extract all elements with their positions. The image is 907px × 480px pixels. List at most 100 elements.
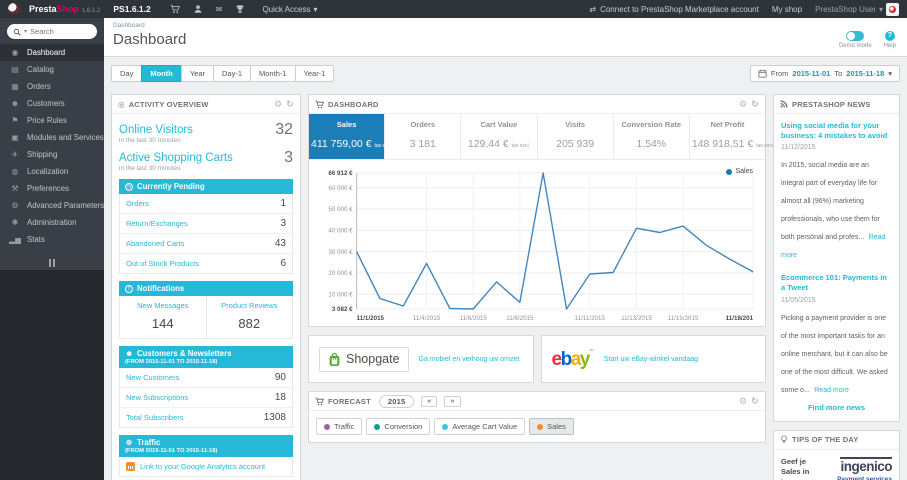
forecast-traffic-button[interactable]: Traffic — [316, 418, 363, 435]
sidebar-item-label: Customers — [27, 99, 65, 108]
forecast-next-button[interactable]: » — [444, 395, 461, 407]
legend-dot-icon — [726, 168, 733, 175]
collapse-icon — [49, 259, 51, 267]
pending-row-abandoned-carts[interactable]: Abandoned Carts 43 — [120, 234, 292, 254]
shopgate-link[interactable]: Ga mobiel en verhoog uw omzet — [419, 356, 520, 363]
google-analytics-label: Link to your Google Analytics account — [140, 462, 266, 471]
customer-icon[interactable] — [193, 4, 203, 14]
preset-month-1-button[interactable]: Month-1 — [250, 65, 296, 82]
pending-row-returns[interactable]: Return/Exchanges 3 — [120, 214, 292, 234]
sidebar-item-catalog[interactable]: ▤ Catalog — [0, 61, 104, 78]
shop-name[interactable]: PS1.6.1.2 — [113, 4, 150, 14]
search-scope-caret-icon[interactable]: ▾ — [24, 28, 27, 35]
svg-text:11/13/2015: 11/13/2015 — [621, 315, 652, 322]
online-visitors-label[interactable]: Online Visitors — [119, 124, 193, 136]
panel-settings-icon[interactable]: ⚙ — [274, 99, 282, 109]
product-reviews-cell[interactable]: Product Reviews 882 — [205, 296, 293, 338]
preset-year-button[interactable]: Year — [180, 65, 214, 82]
sidebar-menu: ◉ Dashboard ▤ Catalog ▦ Orders ☻ Customers ⚑… — [0, 44, 104, 248]
demo-mode-toggle[interactable]: Demo mode — [839, 31, 872, 49]
forecast-conversion-button[interactable]: Conversion — [366, 418, 431, 435]
kpi-label: Sales — [336, 120, 357, 129]
user-menu[interactable]: PrestaShop User ▾ — [815, 2, 899, 16]
article-title-link[interactable]: Using social media for your business: 4 … — [781, 121, 892, 141]
sidebar-search[interactable]: ▾ — [7, 24, 97, 39]
stats-icon: ▂▅▇ — [9, 235, 21, 244]
kpi-label: Orders — [410, 120, 436, 129]
pending-row-out-of-stock[interactable]: Out of Stock Products 6 — [120, 254, 292, 273]
kpi-visits[interactable]: Visits 205 939 — [538, 114, 614, 159]
toggle-switch-icon[interactable] — [846, 31, 865, 41]
ebay-link[interactable]: Start uw eBay-winkel vandaag — [604, 356, 698, 363]
preset-year-1-button[interactable]: Year-1 — [294, 65, 335, 82]
sidebar-item-shipping[interactable]: ✈ Shipping — [0, 146, 104, 163]
activity-overview-panel: ◎ ACTIVITY OVERVIEW ⚙ ↻ Online Visitors … — [111, 94, 301, 480]
row-new-subscriptions[interactable]: New Subscriptions 18 — [120, 388, 292, 408]
sidebar-item-modules[interactable]: ▣ Modules and Services — [0, 129, 104, 146]
help-icon[interactable]: ? — [884, 31, 895, 41]
active-carts-label[interactable]: Active Shopping Carts — [119, 152, 233, 164]
customers-icon: ☻ — [10, 99, 20, 108]
button-label: Sales — [547, 422, 566, 431]
cart-icon — [315, 100, 324, 109]
sidebar-item-preferences[interactable]: ⚒ Preferences — [0, 180, 104, 197]
sidebar-item-localization[interactable]: ◍ Localization — [0, 163, 104, 180]
pending-row-orders[interactable]: Orders 1 — [120, 194, 292, 214]
quick-access-menu[interactable]: Quick Access ▾ — [262, 5, 317, 14]
kpi-orders[interactable]: Orders 3 181 — [385, 114, 462, 159]
cell-value: 144 — [151, 316, 174, 331]
forecast-year[interactable]: 2015 — [378, 394, 415, 408]
brand: PrestaShop 1.6.1.2 — [29, 4, 100, 14]
kpi-net-profit[interactable]: Net Profit 148 918,51 € tax excl. — [690, 114, 775, 159]
panel-refresh-icon[interactable]: ↻ — [751, 99, 759, 109]
sidebar-item-administration[interactable]: ✱ Administration — [0, 214, 104, 231]
marketplace-link[interactable]: ⇄ Connect to PrestaShop Marketplace acco… — [589, 5, 758, 14]
panel-refresh-icon[interactable]: ↻ — [286, 99, 294, 109]
kpi-value: 1.54% — [636, 138, 667, 150]
sidebar-item-stats[interactable]: ▂▅▇ Stats — [0, 231, 104, 248]
kpi-value: 148 918,51 € — [691, 138, 754, 150]
forecast-prev-button[interactable]: « — [421, 395, 438, 407]
panel-settings-icon[interactable]: ⚙ — [739, 396, 747, 406]
date-to-label: To — [834, 69, 843, 78]
sidebar-item-price-rules[interactable]: ⚑ Price Rules — [0, 112, 104, 129]
svg-text:40 000 €: 40 000 € — [328, 228, 353, 235]
row-label: Out of Stock Products — [126, 259, 199, 268]
sidebar-item-dashboard[interactable]: ◉ Dashboard — [0, 44, 104, 61]
date-range-picker[interactable]: From 2015-11-01 To 2015-11-18 ▾ — [749, 65, 900, 82]
panel-settings-icon[interactable]: ⚙ — [739, 99, 747, 109]
kpi-cart-value[interactable]: Cart Value 129,44 € tax excl. — [461, 114, 538, 159]
row-total-subscribers[interactable]: Total Subscribers 1308 — [120, 408, 292, 427]
sidebar-item-customers[interactable]: ☻ Customers — [0, 95, 104, 112]
help-button[interactable]: ? Help — [884, 31, 896, 49]
row-new-customers[interactable]: New Customers 90 — [120, 368, 292, 388]
sidebar-item-advanced-parameters[interactable]: ⚙ Advanced Parameters — [0, 197, 104, 214]
panel-refresh-icon[interactable]: ↻ — [751, 396, 759, 406]
sidebar-item-orders[interactable]: ▦ Orders — [0, 78, 104, 95]
caret-down-icon: ▾ — [313, 4, 318, 14]
forecast-average-cart-button[interactable]: Average Cart Value — [434, 418, 526, 435]
my-shop-link[interactable]: My shop — [772, 5, 802, 14]
modules-icon: ▣ — [11, 133, 19, 142]
preset-day-1-button[interactable]: Day-1 — [213, 65, 252, 82]
kpi-conversion-rate[interactable]: Conversion Rate 1.54% — [614, 114, 690, 159]
preset-day-button[interactable]: Day — [111, 65, 143, 82]
sidebar-footer — [0, 270, 104, 480]
preset-month-button[interactable]: Month — [141, 65, 182, 82]
sales-dot-icon — [537, 423, 544, 430]
kpi-sales[interactable]: Sales 411 759,00 € tax excl. — [309, 114, 393, 159]
google-analytics-link[interactable]: Link to your Google Analytics account — [119, 457, 293, 477]
article-title-link[interactable]: Ecommerce 101: Payments in a Tweet — [781, 273, 892, 293]
sidebar-item-label: Modules and Services — [27, 133, 104, 142]
new-messages-cell[interactable]: New Messages 144 — [120, 296, 206, 338]
localization-icon: ◍ — [11, 167, 19, 176]
read-more-link[interactable]: Read more — [814, 387, 849, 394]
page-header: Dashboard Dashboard Demo mode ? Help — [104, 18, 907, 57]
cart-icon[interactable] — [170, 4, 180, 14]
forecast-sales-button[interactable]: Sales — [529, 418, 574, 435]
sidebar-collapse-button[interactable] — [0, 256, 104, 270]
find-more-news-link[interactable]: Find more news — [781, 403, 892, 412]
trophy-icon[interactable] — [235, 4, 245, 14]
messages-icon[interactable]: ✉ — [216, 5, 223, 14]
search-input[interactable] — [30, 27, 79, 36]
